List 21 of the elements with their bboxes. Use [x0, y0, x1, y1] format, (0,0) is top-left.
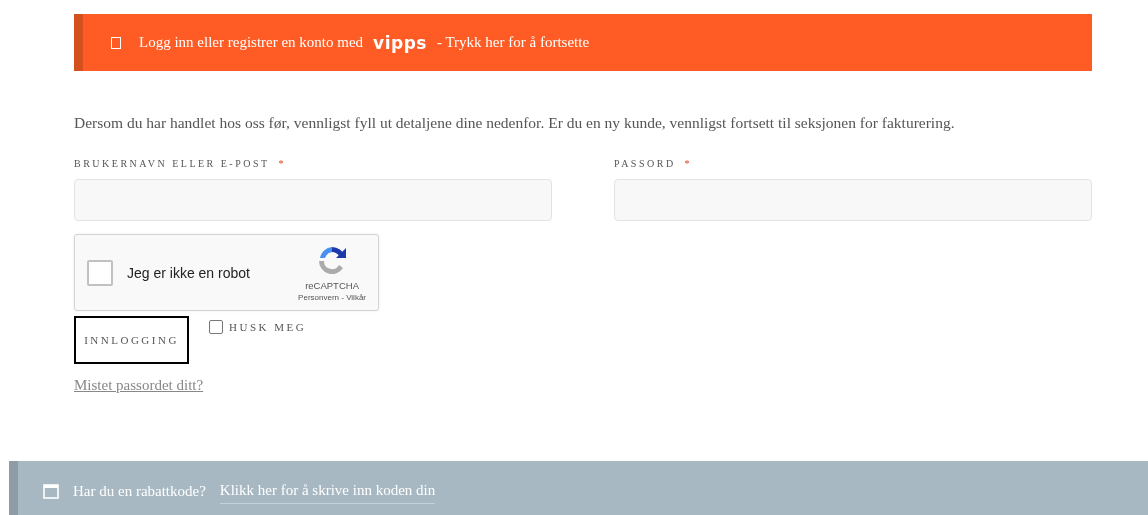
lost-password-link[interactable]: Mistet passordet ditt?	[74, 377, 204, 394]
checkbox[interactable]	[209, 320, 223, 334]
input-field[interactable]	[74, 179, 552, 221]
checkbox-label: Jeg er ikke en robot	[127, 264, 251, 281]
vipps-logo: vipps	[373, 32, 427, 53]
input-field[interactable]	[614, 179, 1092, 221]
login-button[interactable]: INNLOGGING	[74, 316, 189, 364]
field-label: BRUKERNAVN ELLER E-POST *	[74, 158, 287, 169]
missing-glyph-icon	[111, 36, 121, 49]
recaptcha-links[interactable]: Personvern - Vilkår	[298, 292, 366, 302]
vipps-login-banner[interactable]: Logg inn eller registrer en konto med vipps - Trykk her for å fortsette	[74, 14, 1092, 71]
coupon-question: Har du en rabattkode?	[73, 482, 206, 500]
window-icon	[43, 483, 59, 499]
banner-text: - Trykk her for å fortsette	[437, 34, 590, 51]
intro-text: Dersom du har handlet hos oss før, vennligst fyll ut detaljene dine nedenfor. Er du en ny kunde, vennligst fortsett til seksjonen for fakturering.	[74, 114, 956, 132]
checkbox-label: HUSK MEG	[229, 321, 307, 333]
coupon-link[interactable]: Klikk her for å skrive inn koden din	[219, 482, 436, 504]
field-label: PASSORD *	[614, 158, 694, 169]
checkbox[interactable]	[87, 259, 113, 286]
recaptcha-brand: reCAPTCHA	[305, 279, 359, 291]
banner-text: Logg inn eller registrer en konto med	[139, 34, 364, 51]
